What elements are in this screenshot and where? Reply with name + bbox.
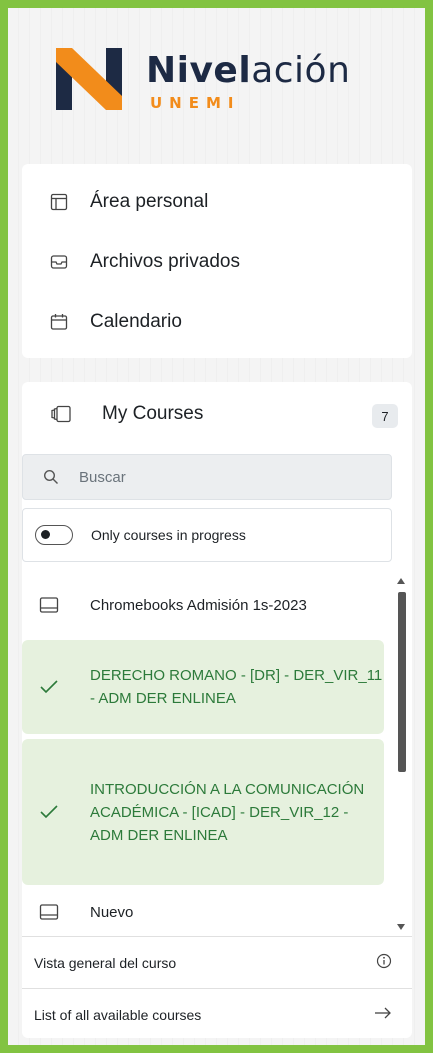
arrow-right-icon (374, 1006, 392, 1023)
check-icon (38, 679, 60, 695)
nav-item-label: Archivos privados (90, 251, 240, 272)
nav-item-label: Calendario (90, 311, 182, 332)
course-overview-link[interactable]: Vista general del curso (22, 936, 412, 988)
my-courses-header[interactable]: My Courses 7 (22, 382, 412, 446)
course-name: Nuevo (90, 903, 134, 921)
brand-wordmark: Nivelación (146, 50, 351, 91)
calendar-icon (50, 313, 68, 331)
course-count-badge: 7 (372, 404, 398, 428)
course-name: INTRODUCCIÓN A LA COMUNICACIÓN ACADÉMICA… (90, 780, 365, 844)
toggle-label: Only courses in progress (91, 527, 246, 543)
list-item-course[interactable]: Chromebooks Admisión 1s-2023 (22, 574, 384, 636)
all-courses-link[interactable]: List of all available courses (22, 988, 412, 1038)
info-icon (376, 953, 392, 972)
nav-item-label: Área personal (90, 191, 209, 212)
course-list: Chromebooks Admisión 1s-2023 DERECHO ROM… (22, 574, 392, 934)
list-item-course[interactable]: INTRODUCCIÓN A LA COMUNICACIÓN ACADÉMICA… (22, 739, 384, 885)
course-list-scrollbar[interactable] (394, 574, 410, 934)
nav-item-archivos-privados[interactable]: Archivos privados (22, 234, 412, 290)
navigation-card: Área personal Archivos privados Calendar… (22, 164, 412, 358)
scroll-thumb[interactable] (398, 592, 406, 772)
nav-item-calendario[interactable]: Calendario (22, 294, 412, 350)
list-item-course[interactable]: Nuevo (22, 892, 384, 932)
course-icon (38, 596, 60, 614)
search-icon (43, 469, 59, 485)
logo-mark-icon (56, 48, 122, 110)
sidebar-panel: Nivelación UNEMI Área personal Archivos … (8, 8, 425, 1045)
course-icon (38, 903, 60, 921)
brand-subtitle: UNEMI (150, 94, 241, 112)
my-courses-title: My Courses (102, 403, 204, 424)
courses-icon (50, 405, 72, 423)
in-progress-toggle-row[interactable]: Only courses in progress (22, 508, 392, 562)
course-name: DERECHO ROMANO - [DR] - DER_VIR_11 - ADM… (90, 667, 383, 707)
nivelacion-logo[interactable]: Nivelación UNEMI (50, 38, 390, 118)
my-courses-card: My Courses 7 Buscar Only courses in prog… (22, 382, 412, 1038)
scroll-down-arrow-icon[interactable] (397, 924, 405, 930)
scroll-up-arrow-icon[interactable] (397, 578, 405, 584)
check-icon (38, 804, 60, 820)
inbox-icon (50, 253, 68, 271)
dashboard-icon (50, 193, 68, 211)
course-overview-label: Vista general del curso (34, 954, 177, 971)
search-placeholder: Buscar (79, 468, 126, 486)
all-courses-label: List of all available courses (34, 1006, 202, 1023)
course-name: Chromebooks Admisión 1s-2023 (90, 596, 307, 614)
course-search-input[interactable]: Buscar (22, 454, 392, 500)
list-item-course[interactable]: DERECHO ROMANO - [DR] - DER_VIR_11 - ADM… (22, 640, 384, 734)
in-progress-toggle[interactable] (35, 525, 73, 545)
nav-item-area-personal[interactable]: Área personal (22, 174, 412, 230)
